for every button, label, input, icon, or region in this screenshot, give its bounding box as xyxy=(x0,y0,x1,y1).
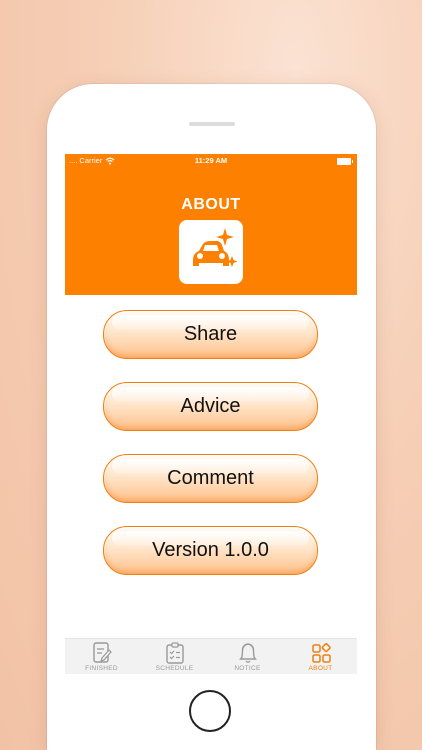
checklist-clipboard-icon xyxy=(166,642,184,664)
grid-squares-icon xyxy=(312,643,331,663)
phone-frame: .... Carrier 11:29 AM ABOUT Share Advice… xyxy=(47,84,376,750)
car-sparkle-icon xyxy=(193,228,238,267)
share-button-label: Share xyxy=(183,323,238,345)
tab-finished[interactable]: FINISHED xyxy=(65,639,138,674)
page-title: ABOUT xyxy=(181,196,241,213)
tab-finished-label: FINISHED xyxy=(85,665,118,672)
comment-button[interactable]: Comment xyxy=(103,454,318,503)
tab-schedule-label: SCHEDULE xyxy=(155,665,194,672)
bell-icon xyxy=(239,643,257,663)
tab-notice-label: NOTICE xyxy=(234,665,261,672)
advice-button[interactable]: Advice xyxy=(103,382,318,431)
tab-about[interactable]: ABOUT xyxy=(284,639,357,674)
status-time: 11:29 AM xyxy=(194,156,228,165)
version-button[interactable]: Version 1.0.0 xyxy=(103,526,318,575)
share-button[interactable]: Share xyxy=(103,310,318,359)
battery-icon xyxy=(337,158,353,165)
tab-about-label: ABOUT xyxy=(308,665,333,672)
home-button[interactable] xyxy=(189,690,231,732)
tab-notice[interactable]: NOTICE xyxy=(211,639,284,674)
tab-bar: FINISHED SCHEDULE NOTICE ABOUT xyxy=(65,638,357,674)
tab-schedule[interactable]: SCHEDULE xyxy=(138,639,211,674)
app-screen: .... Carrier 11:29 AM ABOUT Share Advice… xyxy=(65,154,357,674)
phone-speaker xyxy=(189,122,235,126)
about-header: .... Carrier 11:29 AM ABOUT xyxy=(65,154,357,295)
app-logo xyxy=(179,220,243,284)
edit-document-icon xyxy=(93,642,112,663)
advice-button-label: Advice xyxy=(180,395,241,417)
comment-button-label: Comment xyxy=(167,467,254,489)
version-button-label: Version 1.0.0 xyxy=(152,539,269,561)
status-bar: .... Carrier 11:29 AM xyxy=(65,154,357,168)
